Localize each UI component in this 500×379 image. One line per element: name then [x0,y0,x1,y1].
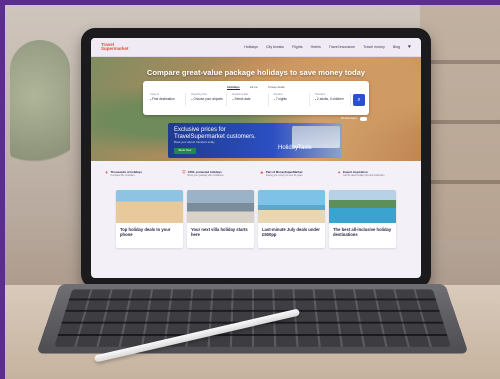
card-title: The best all-inclusive holiday destinati… [333,227,392,237]
favourites-heart-icon[interactable]: ♥ [408,44,411,50]
nav-travel-insurance[interactable]: Travel insurance [329,45,355,49]
travellers-field[interactable]: Travellers 2 adults, 0 children [312,93,352,106]
shield-icon: ⛨ [182,170,186,175]
card-title: Top holiday deals to your phone [120,227,171,237]
book-now-button[interactable]: Book Now [174,148,196,154]
feature-title: ATOL protected holidays [187,170,222,174]
field-label: Travellers [314,93,326,96]
nav-blog[interactable]: Blog [393,45,400,49]
card-title: Your next villa holiday starts here [191,227,248,237]
feature-item: ★ Part of MoneySuperMarket Saving you mo… [260,170,330,177]
nav-city-breaks[interactable]: City breaks [266,45,284,49]
field-label: Going to [150,93,160,96]
hero-title: Compare great-value package holidays to … [146,68,366,77]
field-value: Select date [232,97,267,101]
card-title: Last-minute July deals under £500pp [262,227,320,237]
nav-links: Holidays City breaks Flights Hotels Trav… [244,44,411,50]
promo-banner[interactable]: Exclusive prices for TravelSupermarket c… [168,123,342,158]
lightbulb-icon: ✦ [337,170,342,175]
feature-title: Thousands of holidays [110,170,143,174]
couple-beach-image [258,190,325,223]
search-button[interactable]: ⌕ [353,93,366,106]
feature-title: Expert inspiration [343,170,368,174]
feature-subtitle: Saving you money for over 20 years [265,175,303,177]
holidaytaxis-logo: HolidayTaxis [278,145,312,151]
promo-subtext: Book your airport transfers today [174,140,215,144]
nav-travel-money[interactable]: Travel money [363,45,385,49]
feature-subtitle: Compare 50+ providers [110,175,135,177]
flexible-dates-toggle[interactable]: Flexible dates [341,117,367,121]
bookshelf-backdrop [420,0,500,240]
toggle-switch[interactable] [360,117,367,121]
tab-holidays[interactable]: Holidays [227,85,240,90]
feature-item: ⛨ ATOL protected holidays Book your geta… [182,170,252,177]
nav-flights[interactable]: Flights [292,45,303,49]
going-to-field[interactable]: Going to Find destination [147,93,187,106]
tablet-device: Travel Supermarket Holidays City breaks … [81,28,431,288]
field-label: Departure date [232,93,249,96]
promo-headline: Exclusive prices for TravelSupermarket c… [174,127,256,140]
field-label: Duration [273,93,283,96]
feature-title: Part of MoneySuperMarket [265,170,303,174]
resort-pool-image [329,190,396,223]
tab-cheap-deals[interactable]: Cheap deals [268,85,285,90]
suitcase-icon: ✈ [104,170,109,175]
nav-hotels[interactable]: Hotels [311,45,321,49]
field-value: Choose your airports [191,97,226,101]
field-value: Find destination [150,97,185,101]
beach-image [116,190,183,223]
card-last-minute[interactable]: Last-minute July deals under £500pp [258,190,325,248]
features-strip: ✈ Thousands of holidays Compare 50+ prov… [91,161,421,177]
star-icon: ★ [259,170,264,175]
field-label: Departing from [191,93,208,96]
plant-backdrop [10,40,70,180]
card-holiday-deals[interactable]: Top holiday deals to your phone [116,190,183,248]
nav-holidays[interactable]: Holidays [244,45,258,49]
inspiration-cards: Top holiday deals to your phone Your nex… [91,177,421,248]
feature-subtitle: Get the latest holiday tips and inspirat… [343,175,385,177]
feature-item: ✦ Expert inspiration Get the latest holi… [337,170,407,177]
field-value: 2 adults, 0 children [315,97,350,101]
field-value: 7 nights [274,97,309,101]
search-tabs: Holidays All-inc Cheap deals [143,81,369,90]
holiday-search-form: Holidays All-inc Cheap deals Going to Fi… [143,81,369,115]
feature-item: ✈ Thousands of holidays Compare 50+ prov… [105,170,175,177]
flexible-dates-label: Flexible dates [340,117,357,121]
search-icon: ⌕ [357,96,361,103]
card-villa-holiday[interactable]: Your next villa holiday starts here [187,190,254,248]
departure-date-field[interactable]: Departure date Select date [229,93,269,106]
card-all-inclusive[interactable]: The best all-inclusive holiday destinati… [329,190,396,248]
hero-section: Compare great-value package holidays to … [91,57,421,161]
feature-subtitle: Book your getaway with confidence [187,175,224,177]
site-logo[interactable]: Travel Supermarket [101,42,147,52]
villa-image [187,190,254,223]
departing-from-field[interactable]: Departing from Choose your airports [188,93,228,106]
top-navigation: Travel Supermarket Holidays City breaks … [91,38,421,57]
logo-line-2: Supermarket [101,46,129,51]
website-screen: Travel Supermarket Holidays City breaks … [91,38,421,278]
search-fields: Going to Find destination Departing from… [143,90,369,106]
tab-all-inc[interactable]: All-inc [250,85,258,90]
duration-field[interactable]: Duration 7 nights [271,93,310,106]
